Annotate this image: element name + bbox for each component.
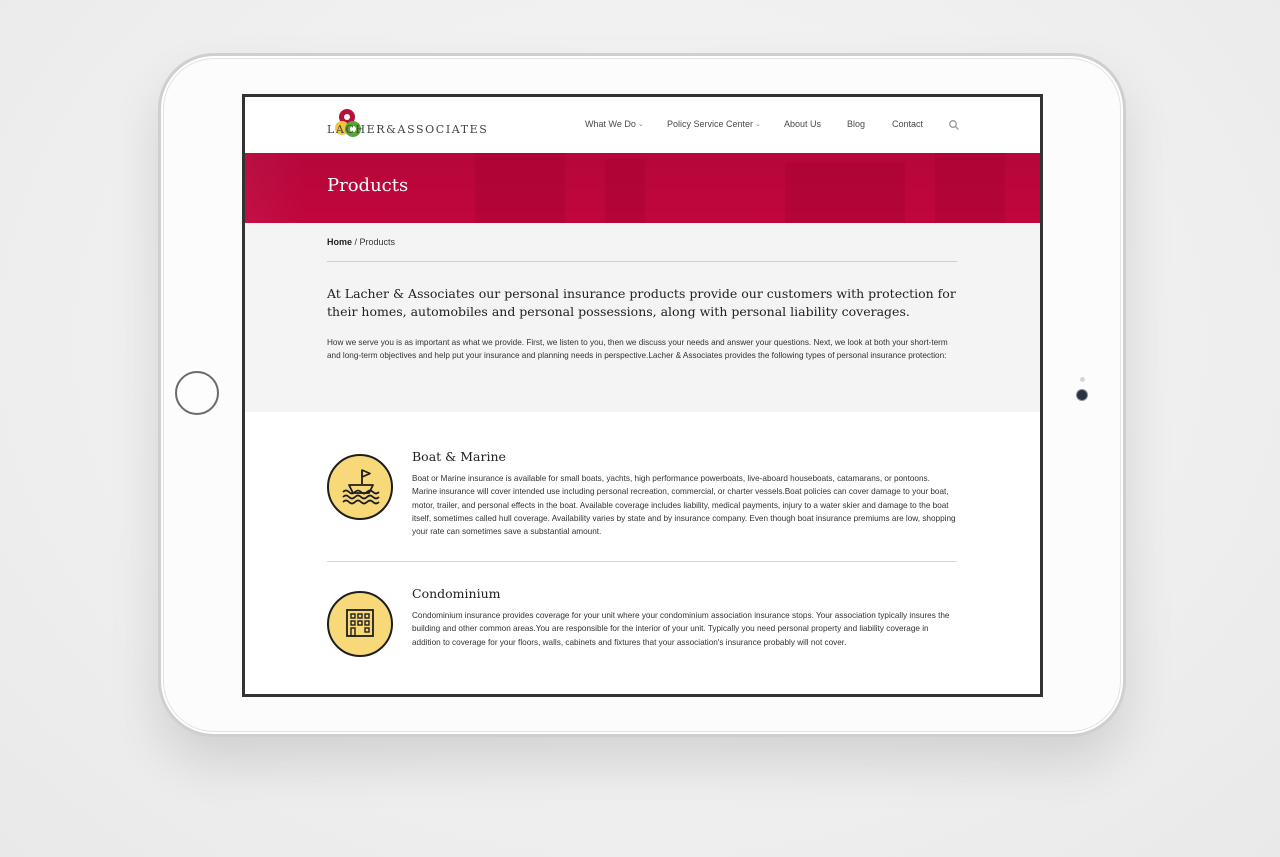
chevron-down-icon: ⌄	[755, 121, 761, 128]
product-condominium: Condominium Condominium insurance provid…	[327, 586, 959, 666]
product-boat-marine: Boat & Marine Boat or Marine insurance i…	[327, 449, 959, 562]
product-description: Boat or Marine insurance is available fo…	[412, 474, 956, 537]
nav-item-blog[interactable]: Blog	[847, 119, 865, 129]
product-description: Condominium insurance provides coverage …	[412, 611, 950, 647]
breadcrumb: Home / Products	[327, 237, 395, 247]
divider	[327, 261, 957, 262]
building-icon	[327, 591, 393, 657]
product-title: Condominium	[412, 586, 501, 601]
logo-text: LACHER&ASSOCIATES	[327, 123, 489, 136]
page-hero: Products	[245, 153, 1040, 223]
product-title: Boat & Marine	[412, 449, 506, 464]
breadcrumb-separator: /	[352, 237, 360, 247]
divider	[327, 561, 957, 562]
breadcrumb-home[interactable]: Home	[327, 237, 352, 247]
intro-lead: At Lacher & Associates our personal insu…	[327, 286, 956, 319]
intro-body: How we serve you is as important as what…	[327, 338, 948, 360]
tablet-screen: LACHER&ASSOCIATES What We Do ⌄ Policy Ser…	[242, 94, 1043, 697]
site-header: LACHER&ASSOCIATES What We Do ⌄ Policy Ser…	[245, 97, 1040, 153]
home-button[interactable]	[175, 371, 219, 415]
camera-icon	[1077, 390, 1087, 400]
nav-item-what-we-do[interactable]: What We Do ⌄	[585, 119, 644, 129]
boat-icon	[327, 454, 393, 520]
search-icon[interactable]	[948, 119, 960, 131]
nav-item-about-us[interactable]: About Us	[784, 119, 821, 129]
sensor-dot	[1080, 377, 1085, 382]
logo[interactable]: LACHER&ASSOCIATES	[327, 107, 492, 143]
nav-item-contact[interactable]: Contact	[892, 119, 923, 129]
page-title: Products	[327, 175, 409, 196]
nav-item-policy-service-center[interactable]: Policy Service Center ⌄	[667, 119, 761, 129]
intro-section: Home / Products At Lacher & Associates o…	[245, 223, 1040, 412]
chevron-down-icon: ⌄	[637, 121, 644, 128]
breadcrumb-current: Products	[359, 237, 396, 247]
